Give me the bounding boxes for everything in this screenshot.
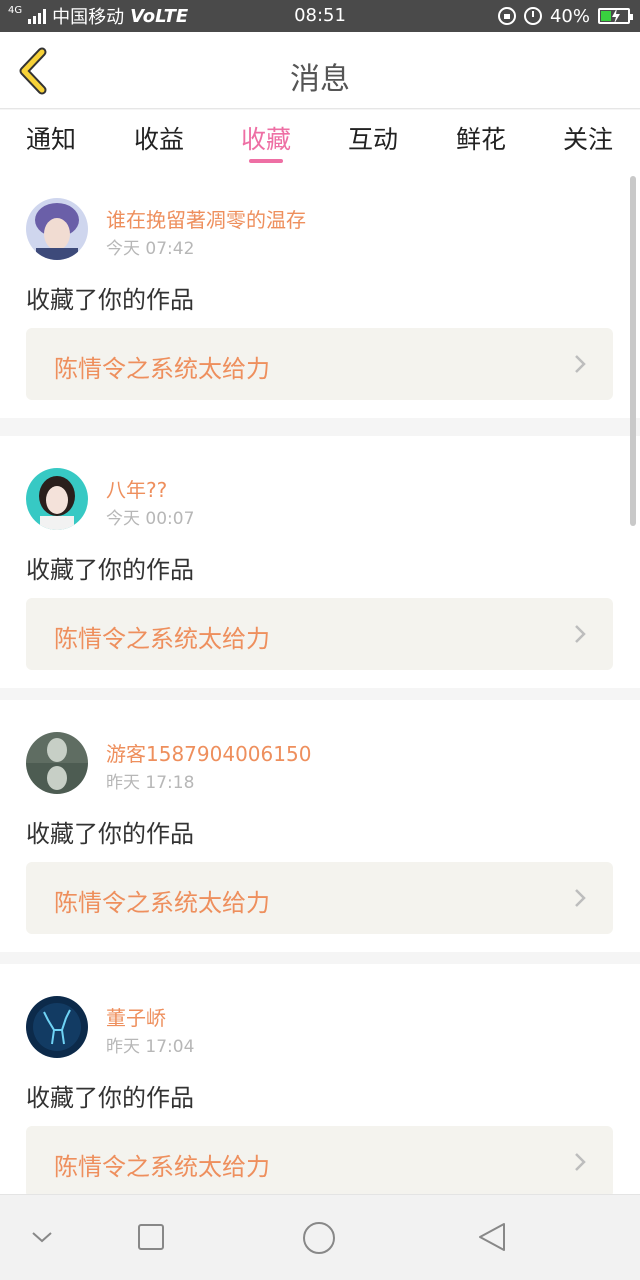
action-text: 收藏了你的作品 (26, 820, 194, 848)
system-nav-bar (0, 1194, 640, 1280)
avatar[interactable] (26, 996, 88, 1058)
work-title: 陈情令之系统太给力 (54, 889, 270, 917)
active-tab-indicator (249, 159, 283, 163)
work-title: 陈情令之系统太给力 (54, 625, 270, 653)
work-link[interactable]: 陈情令之系统太给力 (26, 328, 613, 400)
message-card: 八年?? 今天 00:07 收藏了你的作品 陈情令之系统太给力 (0, 436, 640, 688)
message-time: 今天 07:42 (106, 239, 195, 259)
username[interactable]: 八年?? (106, 474, 167, 503)
battery-percent: 40% (549, 5, 590, 27)
message-list[interactable]: 谁在挽留著凋零的温存 今天 07:42 收藏了你的作品 陈情令之系统太给力 八年… (0, 166, 640, 1194)
status-bar: 4G 中国移动 VoLTE 08:51 40% (0, 0, 640, 32)
tab-interactions[interactable]: 互动 (348, 120, 398, 156)
tab-earnings[interactable]: 收益 (134, 120, 184, 156)
scrollbar[interactable] (630, 176, 636, 526)
avatar[interactable] (26, 198, 88, 260)
collapse-chevron-icon[interactable] (30, 1229, 54, 1245)
page-title: 消息 (290, 62, 350, 97)
alarm-icon (523, 7, 542, 25)
message-card: 游客1587904006150 昨天 17:18 收藏了你的作品 陈情令之系统太… (0, 700, 640, 952)
lock-rotation-icon (497, 7, 516, 25)
avatar[interactable] (26, 732, 88, 794)
action-text: 收藏了你的作品 (26, 1084, 194, 1112)
message-card: 谁在挽留著凋零的温存 今天 07:42 收藏了你的作品 陈情令之系统太给力 (0, 166, 640, 418)
chevron-right-icon (575, 355, 586, 373)
tab-flowers[interactable]: 鲜花 (456, 120, 506, 156)
back-triangle-icon[interactable] (476, 1221, 508, 1253)
app-header: 消息 (0, 32, 640, 109)
tab-bar: 通知 收益 收藏 互动 鲜花 关注 (0, 110, 640, 166)
message-card: 董子峤 昨天 17:04 收藏了你的作品 陈情令之系统太给力 (0, 964, 640, 1194)
chevron-right-icon (575, 625, 586, 643)
username[interactable]: 董子峤 (106, 1002, 166, 1031)
work-title: 陈情令之系统太给力 (54, 355, 270, 383)
battery-charging-icon (598, 8, 633, 24)
work-link[interactable]: 陈情令之系统太给力 (26, 1126, 613, 1194)
work-link[interactable]: 陈情令之系统太给力 (26, 598, 613, 670)
message-time: 昨天 17:04 (106, 1037, 195, 1057)
tab-notifications[interactable]: 通知 (26, 120, 76, 156)
chevron-right-icon (575, 889, 586, 907)
avatar[interactable] (26, 468, 88, 530)
action-text: 收藏了你的作品 (26, 286, 194, 314)
action-text: 收藏了你的作品 (26, 556, 194, 584)
chevron-right-icon (575, 1153, 586, 1171)
tab-favorites[interactable]: 收藏 (241, 120, 291, 156)
work-title: 陈情令之系统太给力 (54, 1153, 270, 1181)
recent-apps-icon[interactable] (137, 1223, 165, 1251)
message-time: 今天 00:07 (106, 509, 195, 529)
tab-follows[interactable]: 关注 (563, 120, 613, 156)
username[interactable]: 谁在挽留著凋零的温存 (106, 204, 306, 233)
message-time: 昨天 17:18 (106, 773, 195, 793)
username[interactable]: 游客1587904006150 (106, 738, 311, 767)
home-icon[interactable] (302, 1221, 336, 1255)
work-link[interactable]: 陈情令之系统太给力 (26, 862, 613, 934)
